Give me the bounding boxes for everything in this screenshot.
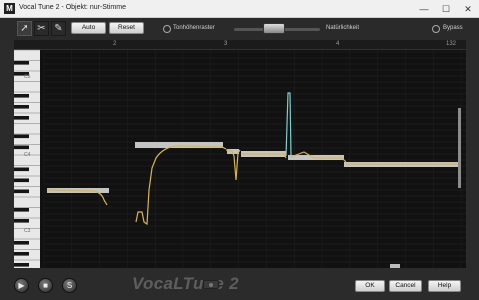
stop-button[interactable]: ■ <box>38 278 53 293</box>
help-button[interactable]: Help <box>428 280 461 292</box>
octave-label: C3 <box>24 228 31 234</box>
auto-button[interactable]: Auto <box>71 22 106 34</box>
bypass-toggle-icon[interactable] <box>432 25 440 33</box>
piano-keyboard <box>14 49 40 268</box>
window-title: Vocal Tune 2 - Objekt: nur-Stimme <box>19 4 126 11</box>
piano-black-key <box>14 61 29 65</box>
piano-black-key <box>14 252 29 256</box>
pitch-tool-icon[interactable]: ✂ <box>34 21 49 36</box>
play-button[interactable]: ▶ <box>14 278 29 293</box>
piano-black-key <box>14 116 29 120</box>
app-icon: M <box>4 3 15 14</box>
footer: ▶ ■ S VocaLTune 2 OK Cancel Help <box>0 268 479 300</box>
piano-black-key <box>14 134 29 139</box>
piano-black-key <box>14 189 29 194</box>
pitch-grid-label: Tonhöhenraster <box>173 25 215 31</box>
close-button[interactable]: ✕ <box>457 0 479 18</box>
bypass-label: Bypass <box>443 25 463 31</box>
piano-black-key <box>14 208 29 212</box>
piano-black-key <box>14 94 29 98</box>
pencil-tool-icon[interactable]: ✎ <box>51 21 66 36</box>
piano-black-key <box>14 145 29 150</box>
piano-black-key <box>14 263 29 267</box>
cancel-button[interactable]: Cancel <box>389 280 422 292</box>
pitch-editor[interactable]: 2 3 4 132 C5 C4 C3 <box>14 40 466 268</box>
minimize-button[interactable]: — <box>413 0 435 18</box>
octave-label: C4 <box>24 152 31 158</box>
pitch-grid <box>14 49 466 268</box>
title-bar: M Vocal Tune 2 - Objekt: nur-Stimme — ☐ … <box>0 0 479 18</box>
pitch-curve <box>225 149 241 181</box>
pitch-curve-selected <box>285 92 292 157</box>
pitch-grid-toggle-icon[interactable] <box>163 25 171 33</box>
pitch-curve <box>135 145 227 226</box>
vertical-scrollbar[interactable] <box>458 108 461 188</box>
reset-button[interactable]: Reset <box>109 22 144 34</box>
octave-label: C5 <box>24 74 31 80</box>
piano-black-key <box>14 105 29 109</box>
piano-black-key <box>14 241 29 245</box>
pointer-tool-icon[interactable]: ➚ <box>17 21 32 36</box>
naturalness-slider-thumb[interactable] <box>263 23 285 34</box>
indicator-icon <box>203 280 219 289</box>
piano-black-key <box>14 219 29 223</box>
piano-black-key <box>14 167 29 172</box>
maximize-button[interactable]: ☐ <box>435 0 457 18</box>
solo-button[interactable]: S <box>62 278 77 293</box>
piano-black-key <box>14 178 29 183</box>
brand-logo: VocaLTune 2 <box>132 274 239 293</box>
naturalness-label: Natürlichkeit <box>326 25 360 31</box>
ok-button[interactable]: OK <box>355 280 385 292</box>
